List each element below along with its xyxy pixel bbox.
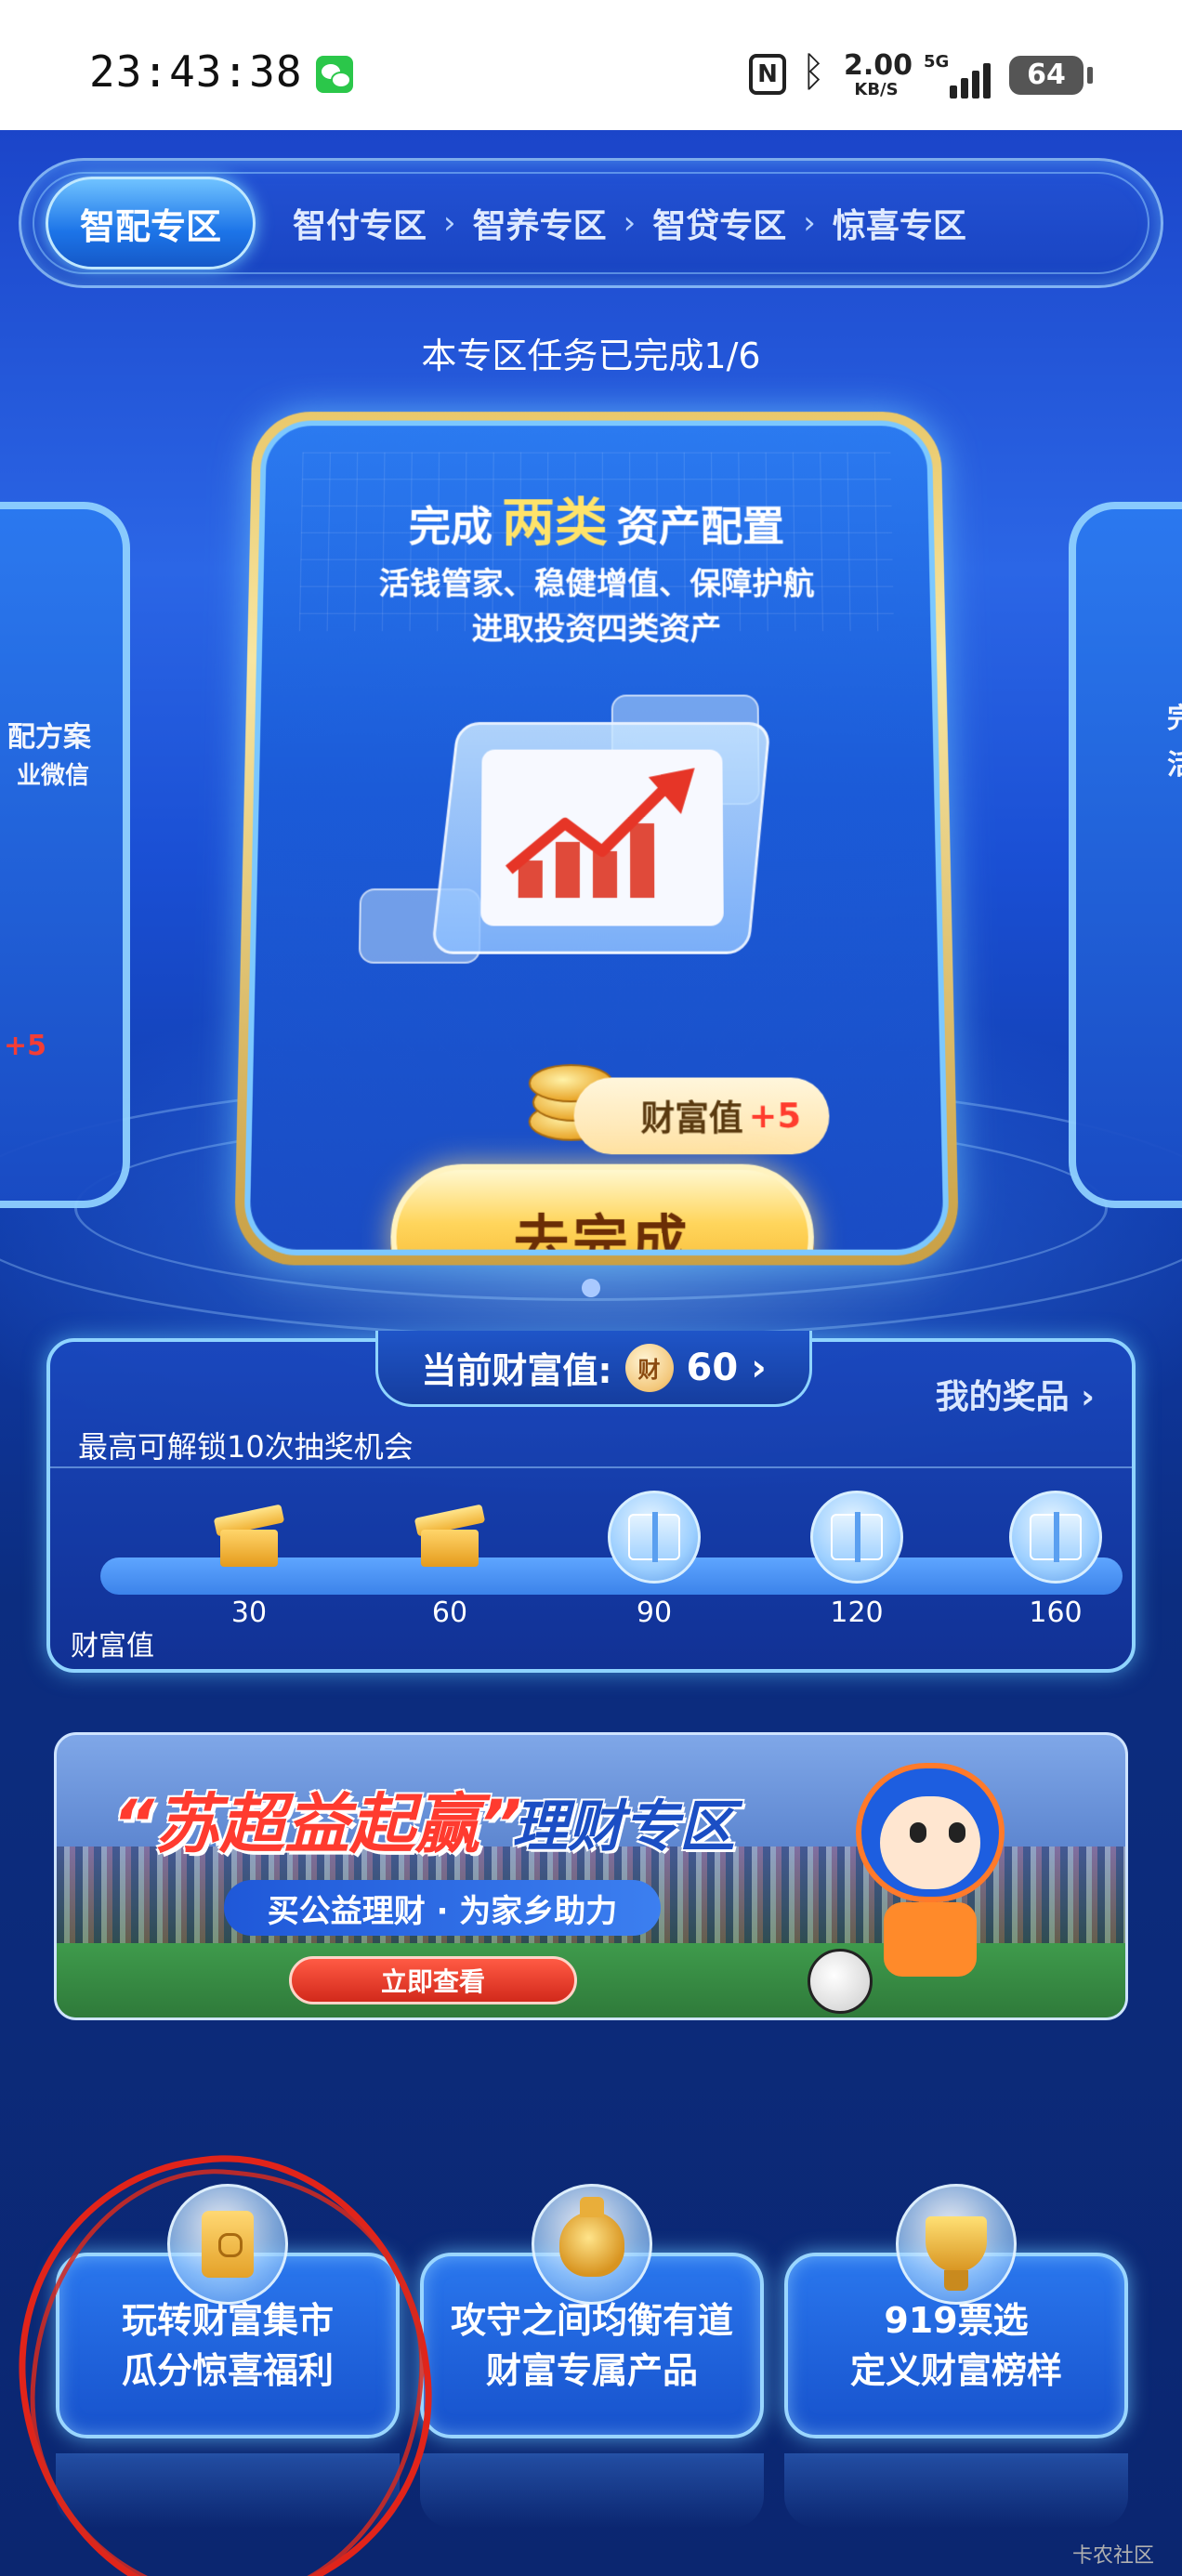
football-icon [808,1949,873,2014]
gift-locked-icon [1009,1491,1102,1584]
wealth-title: 当前财富值: [421,1350,612,1391]
tab-separator: › [443,204,456,242]
signal-icon: 5G [924,52,991,99]
unlock-text: 最高可解锁10次抽奖机会 [78,1429,414,1465]
wealth-axis-label: 财富值 [71,1630,154,1663]
page-content: 智配专区 智付专区 › 智养专区 › 智贷专区 › 惊喜专区 本专区任务已完成1… [0,130,1182,2576]
task-card-next[interactable]: 完 活 [1069,502,1182,1208]
go-complete-button[interactable]: 去完成 [389,1163,815,1255]
side-card-text: 活 [1167,749,1182,782]
task-description: 活钱管家、稳健增值、保障护航 [378,566,815,603]
tab-zhifu[interactable]: 智付专区 [293,174,427,272]
hand-drawn-circle-annotation [10,2151,443,2576]
milestone[interactable]: 120 [801,1491,913,1629]
tab-zhipei[interactable]: 智配专区 [46,177,256,269]
milestone[interactable]: 90 [598,1491,710,1629]
task-card: 完成 两类 资产配置 活钱管家、稳健增值、保障护航 进取投资四类资产 财富值 +… [233,412,960,1266]
chart-illustration [480,749,724,927]
banner-title: “苏超益起赢” [112,1786,522,1862]
divider [50,1466,1132,1468]
status-time: 23:43:38 [89,46,303,97]
chevron-right-icon: › [751,1346,767,1389]
banner-subtitle: 买公益理财 · 为家乡助力 [224,1880,661,1936]
status-bar: 23:43:38 N ᛒ 2.00 KB/S 5G 64 [0,0,1182,130]
side-card-text: 配方案 [7,721,91,754]
side-card-text: 业微信 [17,762,90,790]
network-speed: 2.00 KB/S [844,49,913,100]
tab-zhidai[interactable]: 智贷专区 [652,174,786,272]
pager-indicator [582,1279,600,1297]
tab-zhiyang[interactable]: 智养专区 [473,174,607,272]
side-card-reward: +5 [4,1030,47,1062]
wealth-coin-icon: 财 [624,1343,674,1392]
promo-banner[interactable]: “苏超益起赢” 理财专区 买公益理财 · 为家乡助力 立即查看 [54,1732,1128,2020]
trophy-icon [896,2184,1017,2305]
my-prizes-link[interactable]: 我的奖品 › [936,1370,1095,1418]
banner-title-suffix: 理财专区 [512,1794,735,1860]
money-bag-icon [532,2184,652,2305]
gift-locked-icon [608,1491,701,1584]
tab-separator: › [623,204,637,242]
battery-icon: 64 [1009,56,1093,95]
gift-opened-icon [403,1491,496,1584]
task-description: 进取投资四类资产 [471,611,722,648]
milestone[interactable]: 30 [193,1491,305,1629]
card-reflection [784,2453,1128,2528]
tab-separator: › [803,204,816,242]
wechat-icon [316,56,353,93]
task-card-prev[interactable]: 配方案 业微信 +5 [0,502,130,1208]
view-now-button[interactable]: 立即查看 [289,1956,577,2004]
wealth-value-header[interactable]: 当前财富值: 财 60 › [375,1331,812,1407]
bluetooth-icon: ᛒ [801,48,826,96]
reward-badge: 财富值 +5 [573,1077,831,1155]
tab-jingxi[interactable]: 惊喜专区 [833,174,966,272]
nfc-icon: N [749,54,786,95]
watermark: 卡农社区 [1071,2544,1154,2568]
zone-tabs: 智配专区 智付专区 › 智养专区 › 智贷专区 › 惊喜专区 [19,158,1163,288]
task-title: 完成 两类 资产配置 [408,492,785,553]
card-reflection [420,2453,764,2528]
gift-opened-icon [203,1491,296,1584]
wealth-value: 60 [686,1346,739,1389]
zone-progress: 本专区任务已完成1/6 [421,335,761,376]
gift-locked-icon [810,1491,903,1584]
wealth-panel: 当前财富值: 财 60 › 我的奖品 › 最高可解锁10次抽奖机会 30 60 … [46,1331,1136,1673]
side-card-text: 完 [1167,703,1182,735]
milestone[interactable]: 160 [1000,1491,1111,1629]
trend-arrow-icon [480,768,695,927]
milestone[interactable]: 60 [394,1491,506,1629]
